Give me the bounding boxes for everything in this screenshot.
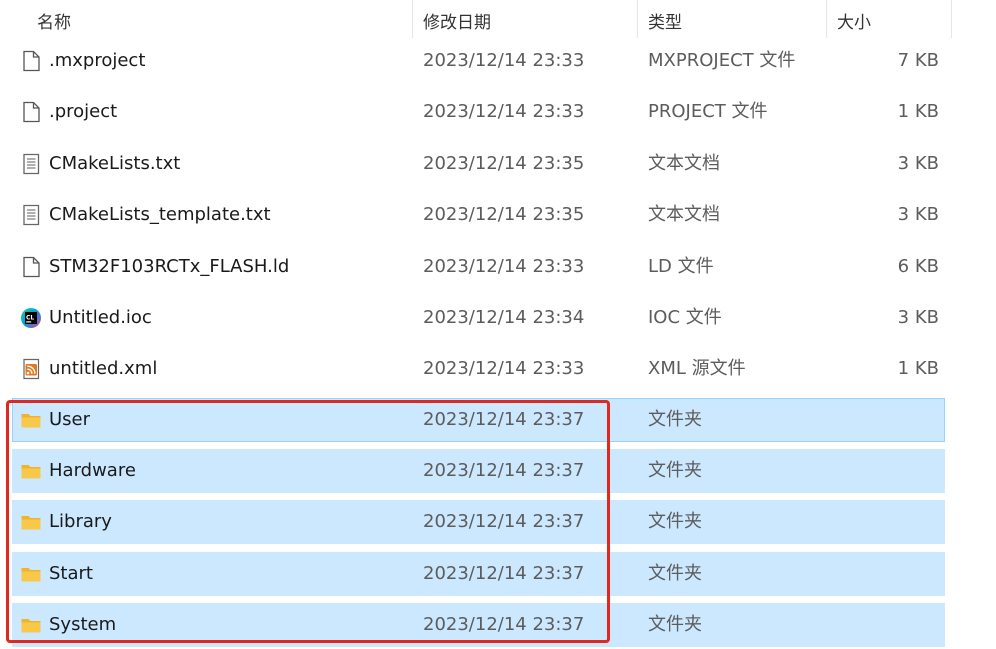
svg-text:CL: CL (26, 315, 34, 322)
file-type: XML 源文件 (648, 358, 746, 379)
file-date: 2023/12/14 23:33 (423, 50, 585, 71)
folder-type: 文件夹 (648, 409, 702, 430)
file-name: untitled.xml (49, 358, 158, 379)
blank-file-icon (23, 50, 40, 72)
file-row[interactable]: CMakeLists.txt 2023/12/14 23:35 文本文档 3 K… (12, 142, 945, 186)
folder-icon (21, 619, 41, 633)
file-date: 2023/12/14 23:35 (423, 153, 585, 174)
file-row[interactable]: untitled.xml 2023/12/14 23:33 XML 源文件 1 … (12, 347, 945, 391)
file-type: IOC 文件 (648, 307, 722, 328)
folder-date: 2023/12/14 23:37 (423, 563, 585, 584)
folder-icon (21, 465, 41, 479)
file-name: .mxproject (49, 50, 146, 71)
file-type: PROJECT 文件 (648, 101, 768, 122)
file-type: 文本文档 (648, 204, 720, 225)
file-name: Untitled.ioc (49, 307, 152, 328)
folder-row[interactable]: Library 2023/12/14 23:37 文件夹 (12, 500, 945, 544)
file-size: 3 KB (897, 307, 939, 328)
folder-type: 文件夹 (648, 511, 702, 532)
file-row[interactable]: STM32F103RCTx_FLASH.ld 2023/12/14 23:33 … (12, 245, 945, 289)
folder-row[interactable]: Start 2023/12/14 23:37 文件夹 (12, 552, 945, 596)
folder-name: Start (49, 563, 93, 584)
column-divider[interactable] (826, 0, 827, 38)
file-date: 2023/12/14 23:33 (423, 358, 585, 379)
text-document-icon (23, 204, 40, 226)
file-type: 文本文档 (648, 153, 720, 174)
column-size-header[interactable]: 大小 (837, 8, 871, 33)
file-size: 1 KB (897, 358, 939, 379)
folder-icon (21, 568, 41, 582)
folder-row[interactable]: Hardware 2023/12/14 23:37 文件夹 (12, 449, 945, 493)
file-size: 1 KB (897, 101, 939, 122)
column-name-header[interactable]: 名称 (37, 8, 71, 33)
folder-name: Hardware (49, 460, 136, 481)
folder-type: 文件夹 (648, 460, 702, 481)
file-date: 2023/12/14 23:35 (423, 204, 585, 225)
file-size: 3 KB (897, 153, 939, 174)
file-row[interactable]: .mxproject 2023/12/14 23:33 MXPROJECT 文件… (12, 39, 945, 83)
rss-xml-icon (23, 358, 40, 380)
file-date: 2023/12/14 23:34 (423, 307, 585, 328)
blank-file-icon (23, 101, 40, 123)
column-divider[interactable] (951, 0, 952, 38)
file-row[interactable]: CMakeLists_template.txt 2023/12/14 23:35… (12, 193, 945, 237)
file-name: CMakeLists.txt (49, 153, 181, 174)
folder-icon (21, 516, 41, 530)
column-type-header[interactable]: 类型 (648, 8, 682, 33)
column-date-header[interactable]: 修改日期 (423, 8, 491, 33)
text-document-icon (23, 153, 40, 175)
file-row[interactable]: CL Untitled.ioc 2023/12/14 23:34 IOC 文件 … (12, 296, 945, 340)
file-size: 7 KB (897, 50, 939, 71)
folder-date: 2023/12/14 23:37 (423, 511, 585, 532)
file-row[interactable]: .project 2023/12/14 23:33 PROJECT 文件 1 K… (12, 90, 945, 134)
folder-date: 2023/12/14 23:37 (423, 409, 585, 430)
folder-row[interactable]: System 2023/12/14 23:37 文件夹 (12, 603, 945, 647)
file-type: MXPROJECT 文件 (648, 50, 796, 71)
column-divider[interactable] (637, 0, 638, 38)
folder-date: 2023/12/14 23:37 (423, 460, 585, 481)
file-date: 2023/12/14 23:33 (423, 256, 585, 277)
folder-icon (21, 414, 41, 428)
column-divider[interactable] (412, 0, 413, 38)
folder-name: User (49, 409, 91, 430)
file-name: .project (49, 101, 118, 122)
file-date: 2023/12/14 23:33 (423, 101, 585, 122)
folder-name: Library (49, 511, 112, 532)
file-size: 3 KB (897, 204, 939, 225)
file-size: 6 KB (897, 256, 939, 277)
folder-type: 文件夹 (648, 563, 702, 584)
folder-name: System (49, 614, 117, 635)
file-name: STM32F103RCTx_FLASH.ld (49, 256, 290, 277)
blank-file-icon (23, 256, 40, 278)
file-name: CMakeLists_template.txt (49, 204, 271, 225)
sort-indicator-icon: ^ (212, 0, 226, 11)
folder-type: 文件夹 (648, 614, 702, 635)
file-type: LD 文件 (648, 256, 714, 277)
column-header: 名称 ^ 修改日期 类型 大小 (0, 0, 996, 38)
folder-date: 2023/12/14 23:37 (423, 614, 585, 635)
folder-row[interactable]: User 2023/12/14 23:37 文件夹 (12, 398, 945, 442)
clion-app-icon: CL (21, 308, 41, 328)
